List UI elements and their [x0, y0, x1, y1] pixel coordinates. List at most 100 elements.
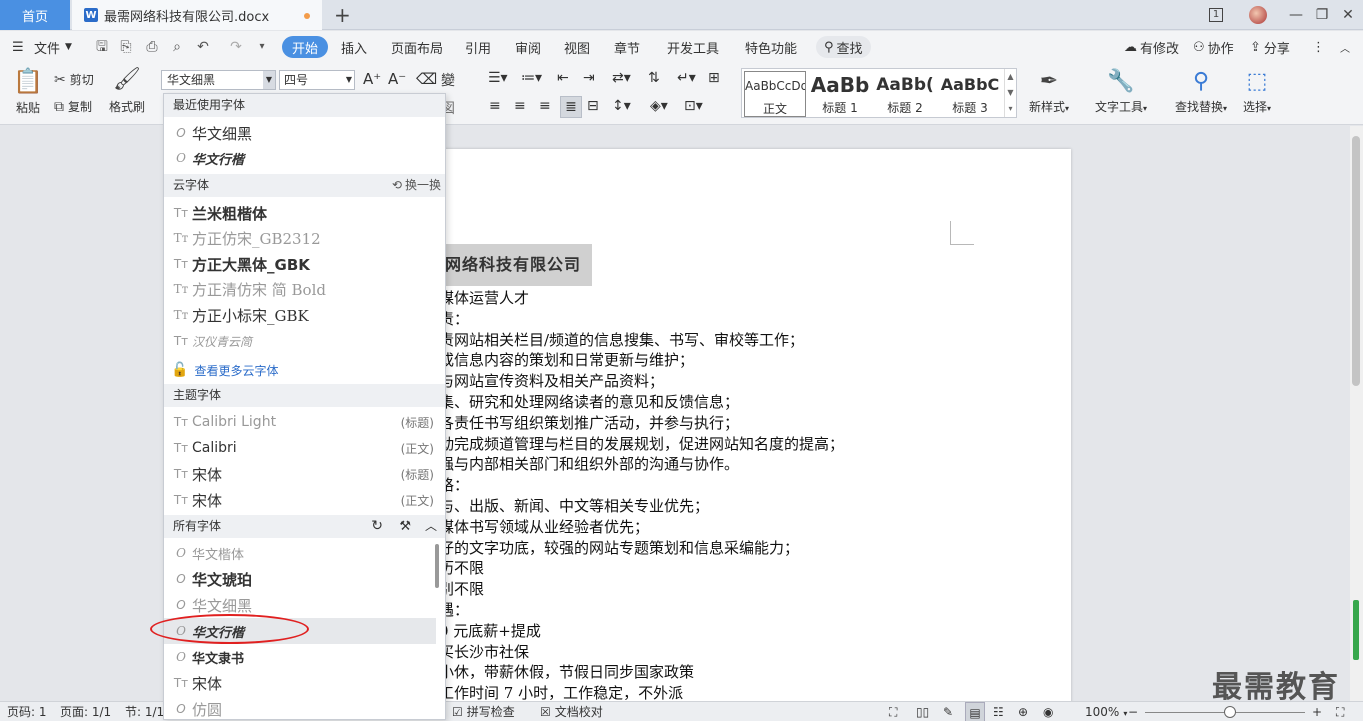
font-item-all[interactable]: O 华文琥珀 — [164, 566, 436, 592]
borders-icon[interactable]: ⊡▾ — [684, 98, 703, 114]
chevron-up-icon[interactable]: ︿ — [425, 515, 437, 538]
font-item-theme[interactable]: Tт Calibri (正文) — [164, 435, 436, 461]
page-indicator-icon[interactable]: 1 — [1204, 0, 1228, 30]
font-item-theme[interactable]: Tт 宋体 (正文) — [164, 487, 436, 513]
zoom-level[interactable]: 100% ▾ — [1085, 702, 1127, 721]
font-item-cloud[interactable]: Tт 方正小标宋_GBK — [164, 302, 436, 328]
chinese-layout-icon[interactable]: ⇄▾ — [612, 70, 631, 86]
clear-format-icon[interactable]: ⌫ — [416, 70, 437, 88]
print-icon[interactable]: ⎙ — [144, 39, 160, 55]
menu-file[interactable]: 文件 ▼ — [34, 31, 72, 63]
distributed-icon[interactable]: ⊟ — [587, 98, 599, 114]
refresh-icon[interactable]: ↻ — [371, 515, 383, 538]
switch-cloud-fonts-button[interactable]: ⟲ 换一换 — [392, 174, 441, 197]
format-painter-button[interactable]: 🖌 格式刷 — [109, 67, 145, 115]
menu-search[interactable]: ⚲ 查找 — [816, 36, 871, 58]
font-item-recent[interactable]: O 华文细黑 — [164, 120, 436, 146]
align-left-icon[interactable]: ≡ — [489, 98, 501, 114]
avatar[interactable] — [1246, 0, 1270, 30]
font-item-all[interactable]: O 华文楷体 — [164, 540, 436, 566]
table-grid-icon[interactable]: ⊞ — [708, 70, 720, 86]
print-preview-icon[interactable]: ⌕ — [169, 39, 185, 55]
new-tab-button[interactable]: + — [334, 3, 351, 27]
increase-indent-icon[interactable]: ⇥ — [583, 70, 595, 86]
align-right-icon[interactable]: ≡ — [539, 98, 551, 114]
new-style-button[interactable]: ✒ 新样式▾ — [1024, 69, 1074, 115]
font-item-recent[interactable]: O 华文行楷 — [164, 145, 436, 171]
sort-icon[interactable]: ⇅ — [648, 70, 660, 86]
text-tools-button[interactable]: 🔧 文字工具▾ — [1092, 69, 1150, 115]
collapse-ribbon-icon[interactable]: ︿ — [1340, 31, 1350, 63]
numbered-list-icon[interactable]: ≔▾ — [521, 70, 542, 86]
font-list-scrollbar[interactable] — [435, 544, 439, 588]
menu-page-layout[interactable]: 页面布局 — [391, 31, 443, 63]
show-marks-icon[interactable]: ↵▾ — [677, 70, 696, 86]
tab-home[interactable]: 首页 — [0, 0, 70, 30]
read-mode-icon[interactable]: ▯▯ — [916, 702, 929, 721]
menu-features[interactable]: 特色功能 — [745, 31, 797, 63]
font-item-all[interactable]: Tт 宋体 — [164, 670, 436, 696]
decrease-indent-icon[interactable]: ⇤ — [557, 70, 569, 86]
export-icon[interactable]: ⎘ — [118, 39, 134, 55]
paste-button[interactable]: 📋 粘贴 — [12, 67, 44, 116]
menu-view[interactable]: 视图 — [564, 31, 590, 63]
font-item-theme[interactable]: Tт Calibri Light (标题) — [164, 409, 436, 435]
vertical-scrollbar[interactable] — [1350, 126, 1363, 701]
redo-icon[interactable]: ↷ — [228, 39, 244, 55]
font-item-cloud[interactable]: Tт 汉仪青云简 — [164, 328, 436, 354]
menu-start[interactable]: 开始 — [282, 36, 329, 58]
focus-mode-icon[interactable]: ⛶ — [889, 702, 897, 721]
font-item-all[interactable]: O 仿圆 — [164, 696, 436, 719]
hamburger-icon[interactable]: ☰ — [12, 31, 24, 63]
tab-document[interactable]: W 最需网络科技有限公司.docx — [72, 0, 322, 30]
more-cloud-fonts-link[interactable]: 🔓 查看更多云字体 — [164, 358, 278, 382]
chevron-down-icon[interactable]: ▼ — [346, 71, 352, 89]
font-item-cloud[interactable]: Tт 兰米粗楷体 — [164, 200, 436, 226]
save-icon[interactable]: 🖫 — [94, 39, 110, 55]
zoom-out-button[interactable]: − — [1128, 702, 1138, 721]
font-item-theme[interactable]: Tт 宋体 (标题) — [164, 461, 436, 487]
menu-developer[interactable]: 开发工具 — [667, 31, 719, 63]
pinyin-icon[interactable]: 變 — [441, 70, 455, 90]
scrollbar-thumb[interactable] — [1352, 136, 1360, 386]
chevron-down-icon[interactable]: ▼ — [263, 71, 275, 89]
eye-protect-icon[interactable]: ◉ — [1043, 702, 1053, 721]
undo-icon[interactable]: ↶ — [195, 39, 211, 55]
grow-font-icon[interactable]: A⁺ — [363, 70, 381, 88]
more-icon[interactable]: ⋮ — [1312, 31, 1325, 63]
style-heading-2[interactable]: AaBb( 标题 2 — [874, 71, 936, 117]
bullet-list-icon[interactable]: ☰▾ — [488, 70, 508, 86]
menu-review[interactable]: 审阅 — [515, 31, 541, 63]
zoom-slider-knob[interactable] — [1224, 706, 1236, 718]
customize-toolbar-icon[interactable]: ▾ — [254, 39, 270, 55]
fit-window-icon[interactable]: ⛶ — [1336, 702, 1344, 721]
menu-references[interactable]: 引用 — [465, 31, 491, 63]
edit-mode-icon[interactable]: ✎ — [943, 702, 953, 721]
cut-button[interactable]: ✂ 剪切 — [54, 71, 94, 88]
line-spacing-icon[interactable]: ↕▾ — [612, 98, 631, 114]
font-manage-icon[interactable]: ⚒ — [399, 515, 411, 538]
shrink-font-icon[interactable]: A⁻ — [388, 70, 406, 88]
page-view-icon[interactable]: ▤ — [965, 702, 985, 721]
style-heading-3[interactable]: AaBbC 标题 3 — [939, 71, 1001, 117]
copy-button[interactable]: ⧉ 复制 — [54, 98, 92, 115]
proofread-button[interactable]: ☒ 文档校对 — [540, 702, 603, 721]
styles-scroll[interactable]: ▲ ▼ ▾ — [1004, 69, 1016, 117]
has-changes-button[interactable]: ☁ 有修改 — [1124, 31, 1179, 63]
menu-chapter[interactable]: 章节 — [614, 31, 640, 63]
close-button[interactable]: ✕ — [1336, 0, 1360, 30]
find-replace-button[interactable]: ⚲ 查找替换▾ — [1171, 69, 1231, 115]
spell-check-button[interactable]: ☑ 拼写检查 — [452, 702, 515, 721]
style-normal[interactable]: AaBbCcDd 正文 — [744, 71, 806, 117]
font-item-all[interactable]: O 华文隶书 — [164, 644, 436, 670]
zoom-in-button[interactable]: + — [1312, 702, 1322, 721]
font-item-cloud[interactable]: Tт 方正仿宋_GB2312 — [164, 225, 436, 251]
align-center-icon[interactable]: ≡ — [514, 98, 526, 114]
document-page[interactable]: 网络科技有限公司 媒体运营人才 责： 责网站相关栏目/频道的信息搜集、书写、审校… — [393, 149, 1071, 709]
style-heading-1[interactable]: AaBb 标题 1 — [809, 71, 871, 117]
collaborate-button[interactable]: ⚇ 协作 — [1193, 31, 1234, 63]
web-view-icon[interactable]: ⊕ — [1018, 702, 1028, 721]
outline-view-icon[interactable]: ☷ — [993, 702, 1004, 721]
minimize-button[interactable]: — — [1284, 0, 1308, 30]
font-name-input[interactable]: 华文细黑 ▼ — [161, 70, 276, 90]
